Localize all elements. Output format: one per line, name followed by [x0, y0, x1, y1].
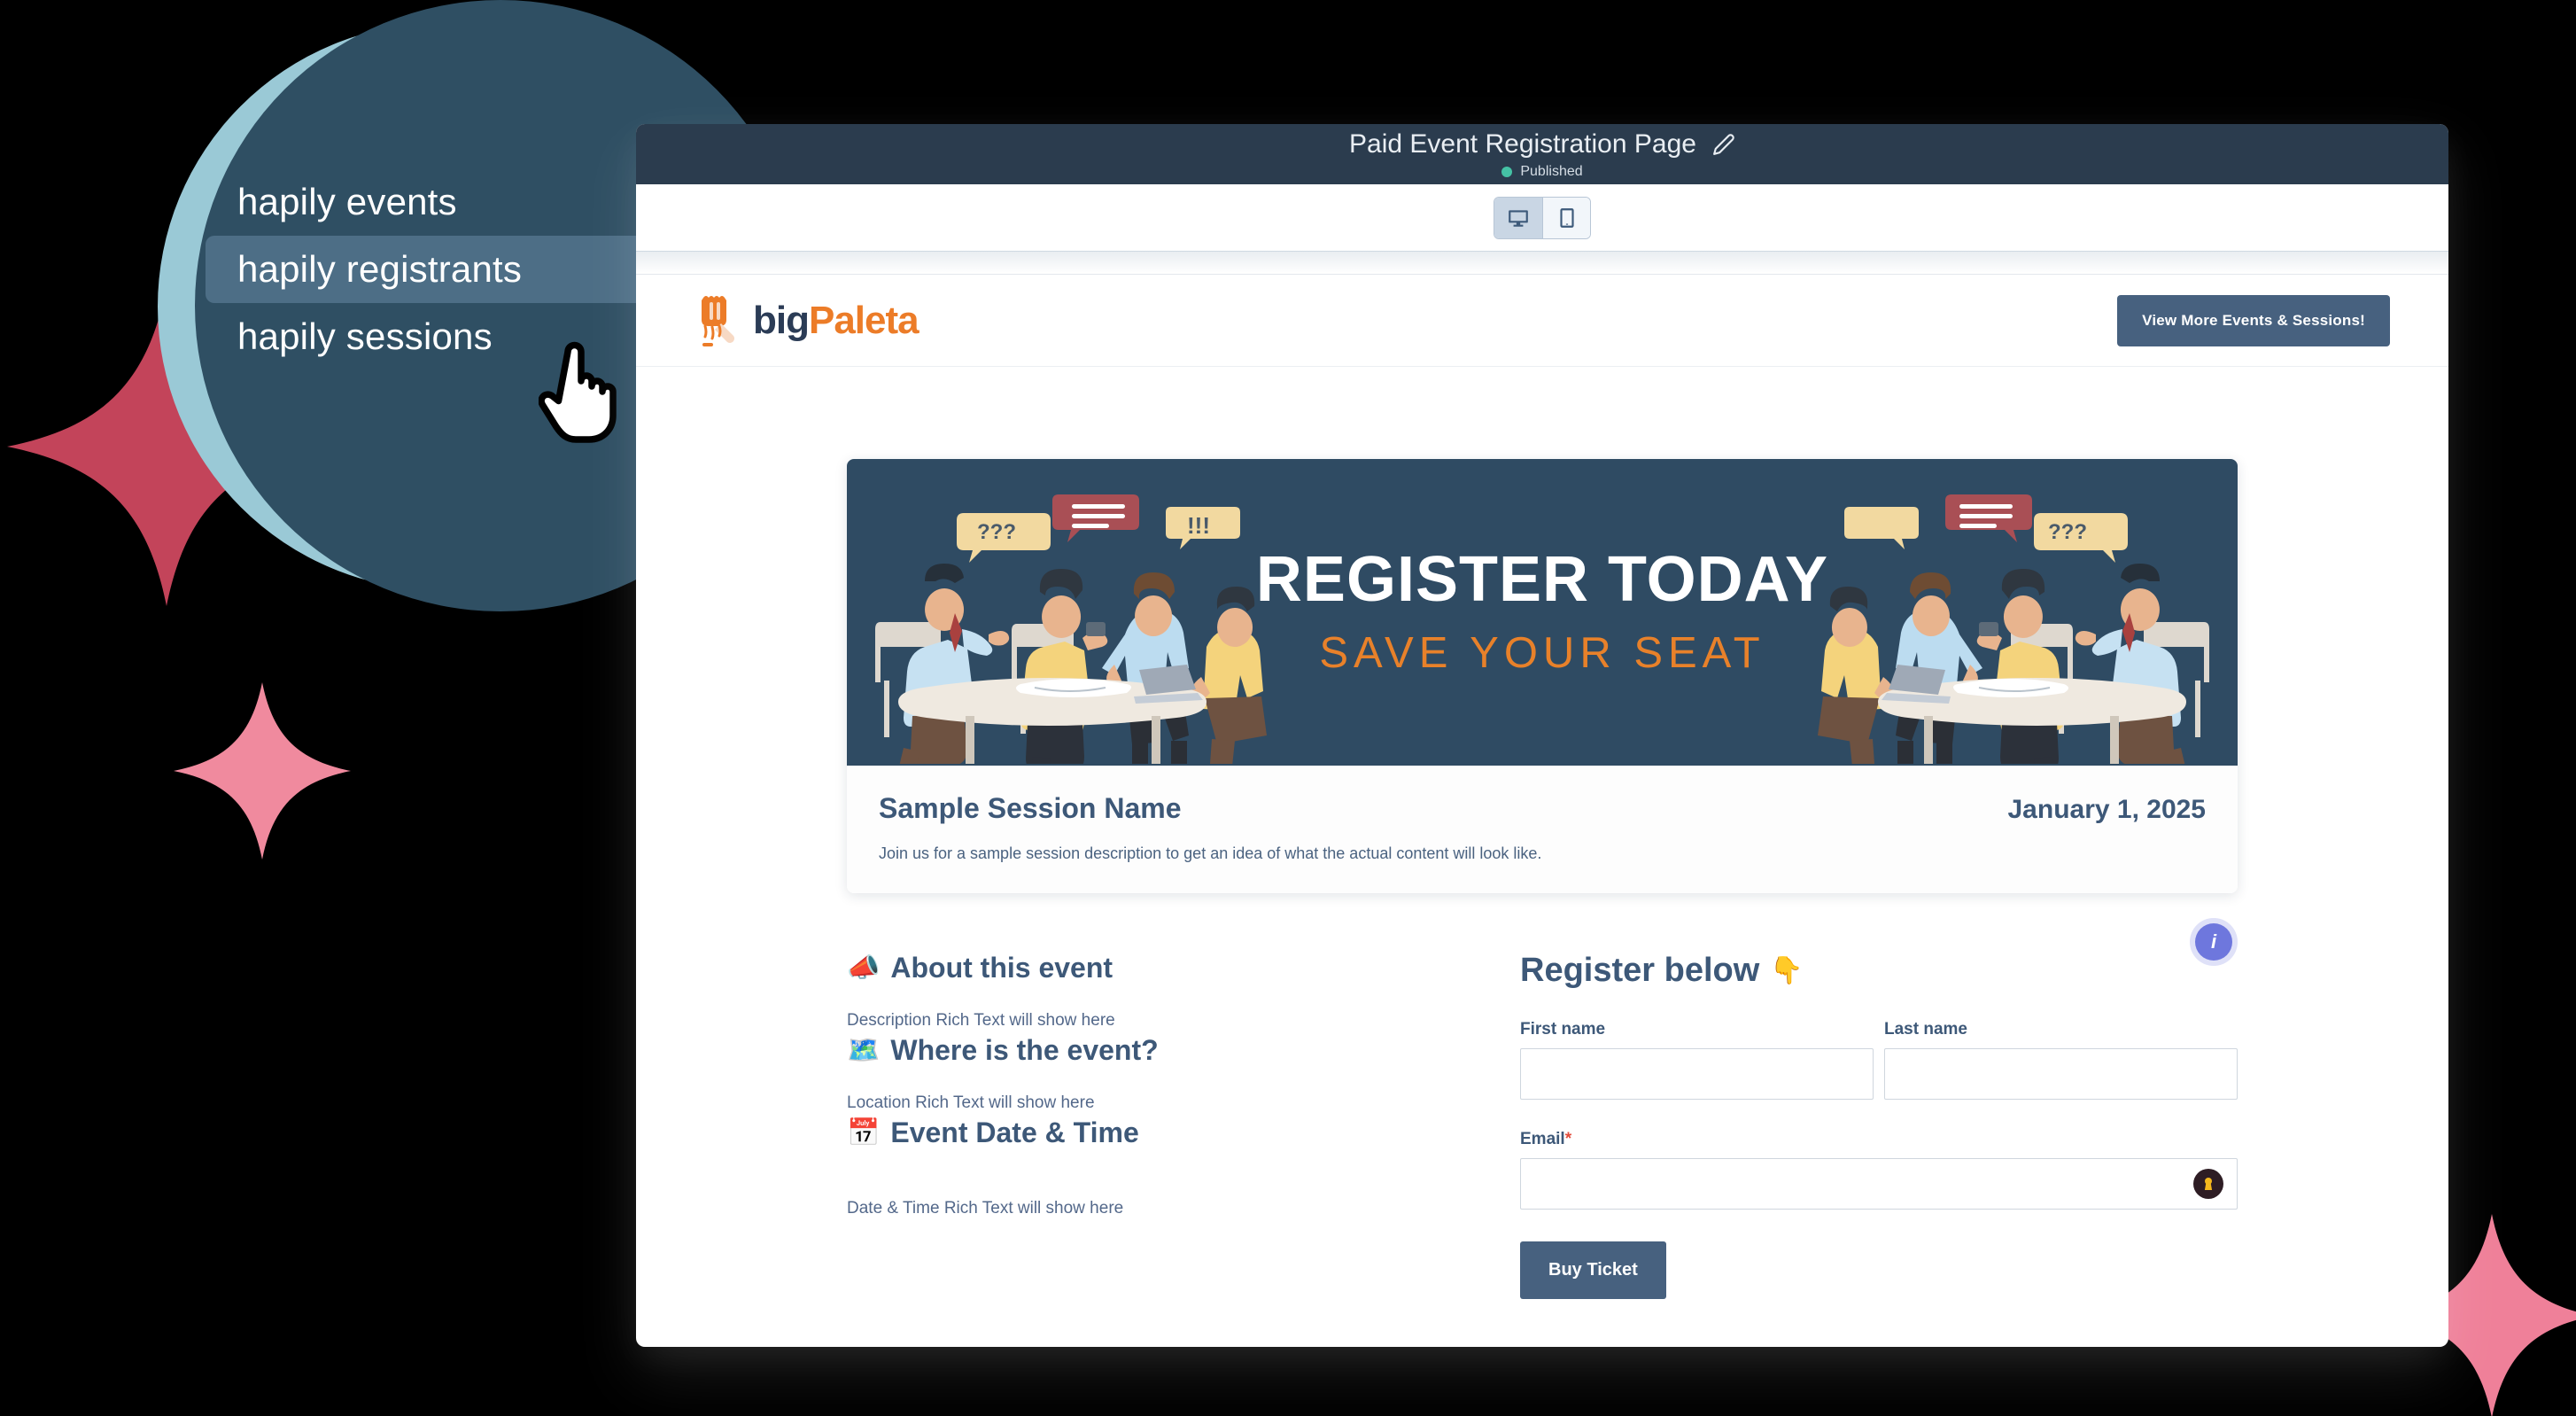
status-badge: Published [1501, 163, 1583, 180]
register-below-title-text: Register below [1520, 952, 1760, 989]
email-field-row: Email* [1520, 1130, 2238, 1210]
session-meta: Sample Session Name January 1, 2025 Join… [847, 766, 2238, 893]
email-input[interactable] [1520, 1158, 2238, 1210]
brand-text-accent: Paleta [808, 298, 919, 342]
screenshot-stage: hapily events hapily registrants hapily … [0, 0, 2576, 1416]
location-rich-text: Location Rich Text will show here [847, 1093, 1095, 1112]
session-date: January 1, 2025 [2007, 795, 2207, 824]
status-label: Published [1520, 163, 1583, 179]
event-date-time-heading: 📅 Event Date & Time [847, 1116, 1458, 1149]
event-date-time-heading-text: Event Date & Time [890, 1116, 1139, 1148]
pointing-hand-cursor-icon [538, 338, 618, 445]
session-name: Sample Session Name [879, 792, 1182, 824]
last-name-field-group: Last name [1884, 1020, 2238, 1100]
about-event-heading-text: About this event [890, 952, 1113, 984]
description-rich-text: Description Rich Text will show here [847, 1011, 1115, 1030]
mobile-phone-icon[interactable] [1542, 197, 1590, 238]
editor-toolbar [636, 184, 2448, 252]
about-column: 📣 About this event Description Rich Text… [847, 952, 1458, 1299]
info-icon[interactable]: i [2195, 923, 2232, 961]
page-editor-window: Paid Event Registration Page Published b… [636, 124, 2448, 1347]
email-label: Email* [1520, 1130, 2238, 1149]
popsicle-icon [694, 293, 744, 348]
email-field-group: Email* [1520, 1130, 2238, 1210]
pointing-down-icon: 👇 [1770, 955, 1804, 985]
toolbar-divider [636, 252, 2448, 275]
people-meeting-illustration-right: ??? !!! [1809, 464, 2225, 764]
device-toggle [1494, 196, 1591, 239]
keyhole-lock-icon[interactable] [2193, 1169, 2223, 1199]
register-below-title: Register below 👇 [1520, 952, 2238, 990]
last-name-label: Last name [1884, 1020, 1967, 1039]
page-title: Paid Event Registration Page [1349, 128, 1696, 159]
where-is-event-heading: 🗺️ Where is the event? [847, 1034, 1458, 1067]
required-marker: * [1564, 1130, 1572, 1148]
email-label-text: Email [1520, 1130, 1565, 1148]
view-more-events-button[interactable]: View More Events & Sessions! [2117, 294, 2390, 346]
people-meeting-illustration-left: ??? !!! [859, 464, 1276, 764]
hero-title: REGISTER TODAY [1255, 544, 1829, 616]
hero-banner: ??? !!! REGISTER TODAY SAVE YOUR SEAT ??… [847, 459, 2238, 766]
about-event-heading: 📣 About this event [847, 952, 1458, 984]
site-header: bigPaleta View More Events & Sessions! [636, 275, 2448, 367]
svg-text:???: ??? [977, 520, 1016, 544]
page-content: ??? !!! REGISTER TODAY SAVE YOUR SEAT ??… [636, 367, 2448, 1299]
svg-text:!!!: !!! [1187, 512, 1210, 539]
pencil-icon[interactable] [1712, 133, 1735, 156]
content-columns: 📣 About this event Description Rich Text… [847, 923, 2238, 1299]
session-description: Join us for a sample session description… [879, 844, 1542, 862]
brand-logo[interactable]: bigPaleta [694, 293, 919, 348]
where-is-event-heading-text: Where is the event? [890, 1034, 1159, 1066]
calendar-icon: 📅 [847, 1117, 881, 1148]
svg-text:???: ??? [2048, 520, 2087, 544]
desktop-monitor-icon[interactable] [1494, 197, 1542, 238]
menu-item-hapily-events[interactable]: hapily events [206, 168, 648, 236]
buy-ticket-button[interactable]: Buy Ticket [1520, 1241, 1666, 1299]
first-name-field-group: First name [1520, 1020, 1874, 1100]
editor-titlebar: Paid Event Registration Page Published [636, 124, 2448, 184]
megaphone-icon: 📣 [847, 953, 881, 983]
status-dot-icon [1501, 166, 1513, 177]
hero-copy: REGISTER TODAY SAVE YOUR SEAT [1256, 547, 1828, 678]
first-name-label: First name [1520, 1020, 1606, 1039]
hero-subtitle: SAVE YOUR SEAT [1319, 628, 1765, 677]
hero-card: ??? !!! REGISTER TODAY SAVE YOUR SEAT ??… [847, 459, 2238, 893]
registration-column: i Register below 👇 First name Last name … [1520, 923, 2238, 1299]
menu-item-hapily-registrants[interactable]: hapily registrants [206, 236, 648, 303]
first-name-input[interactable] [1520, 1048, 1874, 1100]
sparkle-decor-pink-small [174, 673, 351, 868]
brand-text-primary: big [753, 298, 810, 342]
name-fields-row: First name Last name [1520, 1020, 2238, 1100]
last-name-input[interactable] [1884, 1048, 2238, 1100]
map-icon: 🗺️ [847, 1035, 881, 1065]
date-time-rich-text: Date & Time Rich Text will show here [847, 1199, 1124, 1218]
